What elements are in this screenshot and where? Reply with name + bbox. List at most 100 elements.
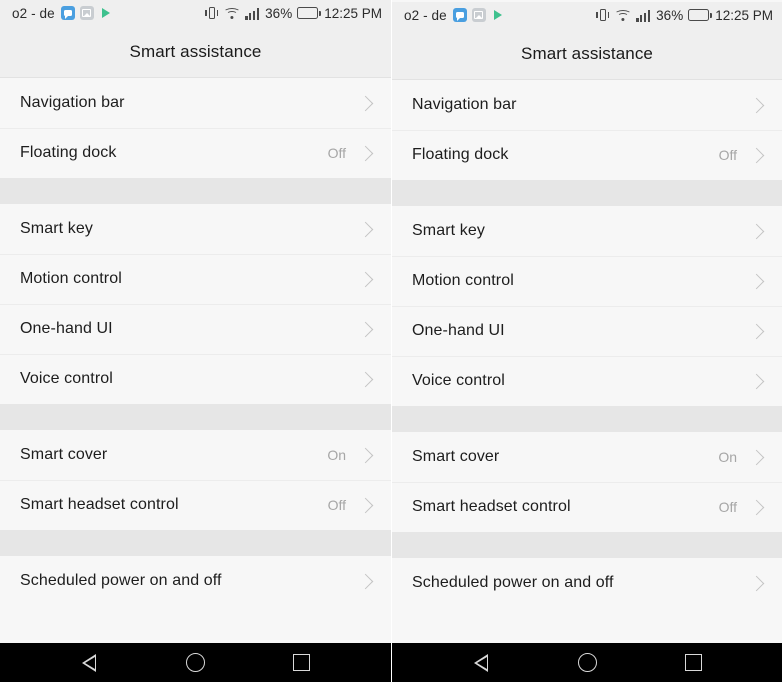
phone-screen-left: o2 - de 36% 12:25 PM Smart assistance Na… [0, 0, 391, 682]
list-item-value: On [327, 447, 346, 463]
carrier-label: o2 - de [404, 7, 447, 23]
recents-button[interactable] [276, 643, 328, 682]
group-spacer [392, 406, 782, 432]
home-circle-icon [577, 653, 597, 672]
list-item-smart-headset-control[interactable]: Smart headset control Off [0, 480, 391, 530]
group-spacer [0, 404, 391, 430]
list-item-label: Smart key [20, 220, 93, 237]
page-title: Smart assistance [521, 43, 653, 63]
list-item-scheduled-power-on-and-off[interactable]: Scheduled power on and off [392, 558, 782, 608]
battery-percent-label: 36% [265, 5, 293, 21]
list-item-floating-dock[interactable]: Floating dock Off [0, 128, 391, 178]
back-triangle-icon [82, 653, 97, 672]
notification-icons [60, 6, 113, 20]
chevron-right-icon [357, 221, 374, 237]
settings-group-2: Smart key Motion control One-hand UI Voi… [392, 206, 782, 406]
clock-label: 12:25 PM [715, 7, 773, 23]
screen-content-left: o2 - de 36% 12:25 PM Smart assistance Na… [0, 0, 391, 682]
list-item-label: Navigation bar [412, 96, 517, 113]
list-item-navigation-bar[interactable]: Navigation bar [392, 80, 782, 130]
wifi-icon [223, 7, 241, 20]
chevron-right-icon [357, 573, 374, 589]
chevron-right-icon [357, 321, 374, 337]
group-spacer [0, 178, 391, 204]
home-button[interactable] [169, 643, 221, 682]
list-item-label: One-hand UI [20, 320, 113, 337]
list-item-one-hand-ui[interactable]: One-hand UI [392, 306, 782, 356]
chevron-right-icon [748, 373, 765, 389]
dual-screenshot-stage: o2 - de 36% 12:25 PM Smart assistance Na… [0, 0, 782, 682]
back-button[interactable] [455, 643, 507, 682]
notification-icons [452, 8, 505, 22]
settings-group-2: Smart key Motion control One-hand UI Voi… [0, 204, 391, 404]
list-item-motion-control[interactable]: Motion control [392, 256, 782, 306]
list-item-label: Motion control [20, 270, 122, 287]
status-bar-left: o2 - de [12, 6, 204, 21]
list-item-value: Off [718, 499, 737, 515]
navigation-bar[interactable] [0, 643, 391, 682]
image-icon [79, 6, 94, 20]
image-icon [471, 8, 486, 22]
list-item-voice-control[interactable]: Voice control [0, 354, 391, 404]
status-bar: o2 - de 36% 12:25 PM [0, 0, 391, 26]
list-item-label: Smart key [412, 222, 485, 239]
battery-percent-label: 36% [656, 7, 684, 23]
chevron-right-icon [357, 497, 374, 513]
chevron-right-icon [748, 223, 765, 239]
battery-icon [297, 7, 321, 19]
list-item-label: Motion control [412, 272, 514, 289]
chevron-right-icon [748, 147, 765, 163]
carrier-label: o2 - de [12, 5, 55, 21]
status-bar-right: 36% 12:25 PM [595, 8, 773, 23]
clock-label: 12:25 PM [324, 5, 382, 21]
list-item-smart-key[interactable]: Smart key [392, 206, 782, 256]
group-spacer [392, 180, 782, 206]
list-item-label: Scheduled power on and off [20, 572, 222, 589]
chevron-right-icon [357, 371, 374, 387]
list-item-scheduled-power-on-and-off[interactable]: Scheduled power on and off [0, 556, 391, 606]
chevron-right-icon [748, 97, 765, 113]
status-bar: o2 - de 36% 12:25 PM [392, 2, 782, 28]
list-item-smart-cover[interactable]: Smart cover On [0, 430, 391, 480]
status-bar-left: o2 - de [404, 8, 595, 23]
settings-list[interactable]: Navigation bar Floating dock Off Smart k… [392, 80, 782, 643]
settings-group-4: Scheduled power on and off [392, 558, 782, 608]
group-spacer [392, 532, 782, 558]
list-item-label: Floating dock [412, 146, 509, 163]
list-item-one-hand-ui[interactable]: One-hand UI [0, 304, 391, 354]
list-item-smart-cover[interactable]: Smart cover On [392, 432, 782, 482]
message-icon [452, 8, 467, 22]
phone-screen-right: o2 - de 36% 12:25 PM Smart assistance Na… [392, 0, 782, 682]
screen-content-right: o2 - de 36% 12:25 PM Smart assistance Na… [392, 0, 782, 682]
back-button[interactable] [63, 643, 115, 682]
play-icon [491, 8, 505, 22]
list-item-label: Scheduled power on and off [412, 574, 614, 591]
list-item-value: Off [718, 147, 737, 163]
list-item-motion-control[interactable]: Motion control [0, 254, 391, 304]
list-item-label: Floating dock [20, 144, 117, 161]
back-triangle-icon [474, 653, 488, 672]
navigation-bar[interactable] [392, 643, 782, 682]
settings-list[interactable]: Navigation bar Floating dock Off Smart k… [0, 78, 391, 643]
list-item-value: Off [327, 497, 346, 513]
home-button[interactable] [561, 643, 613, 682]
list-item-value: Off [327, 145, 346, 161]
signal-icon [245, 7, 260, 20]
chevron-right-icon [748, 323, 765, 339]
list-item-label: Smart headset control [20, 496, 179, 513]
title-bar: Smart assistance [0, 26, 391, 78]
list-item-label: Navigation bar [20, 94, 125, 111]
recents-button[interactable] [667, 643, 719, 682]
recents-square-icon [684, 654, 702, 671]
chevron-right-icon [357, 145, 374, 161]
message-icon [60, 6, 75, 20]
list-item-smart-headset-control[interactable]: Smart headset control Off [392, 482, 782, 532]
settings-group-3: Smart cover On Smart headset control Off [392, 432, 782, 532]
list-item-smart-key[interactable]: Smart key [0, 204, 391, 254]
list-item-label: Voice control [412, 372, 505, 389]
list-item-voice-control[interactable]: Voice control [392, 356, 782, 406]
settings-group-1: Navigation bar Floating dock Off [392, 80, 782, 180]
list-item-navigation-bar[interactable]: Navigation bar [0, 78, 391, 128]
chevron-right-icon [748, 575, 765, 591]
list-item-floating-dock[interactable]: Floating dock Off [392, 130, 782, 180]
